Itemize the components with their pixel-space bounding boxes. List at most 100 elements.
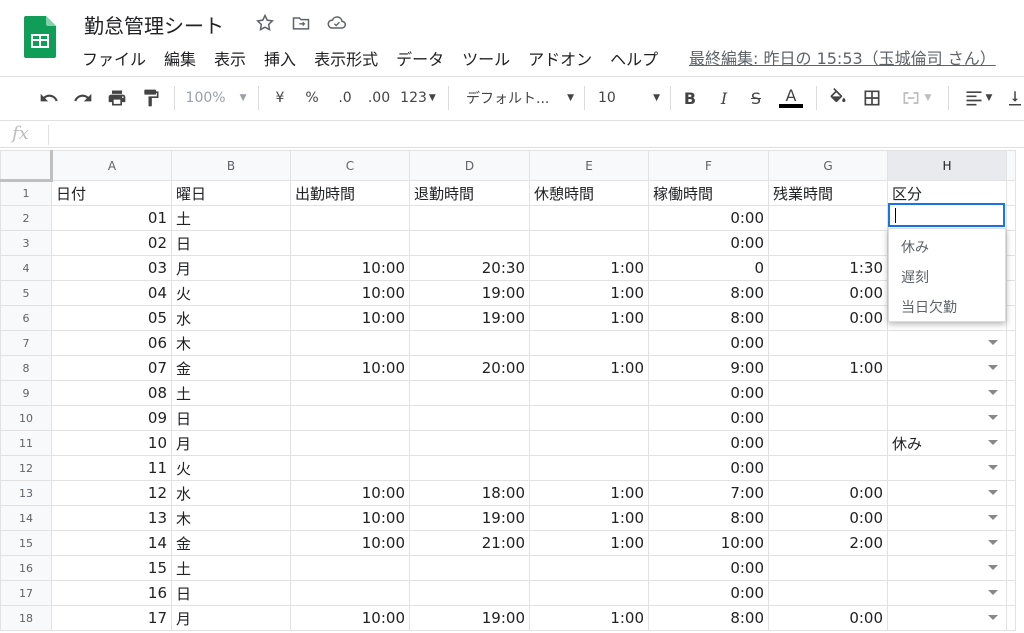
cell-date[interactable]: 06	[51, 330, 172, 356]
cell-work-time[interactable]: 8:00	[648, 305, 769, 331]
row-header[interactable]: 5	[0, 280, 52, 306]
column-header-a[interactable]: A	[51, 150, 172, 181]
cell-end-time[interactable]	[409, 580, 530, 606]
dropdown-caret-icon[interactable]	[988, 415, 998, 420]
cell-empty[interactable]	[1006, 430, 1016, 456]
cell-date[interactable]: 03	[51, 255, 172, 281]
cell-end-time[interactable]	[409, 330, 530, 356]
cell-weekday[interactable]: 火	[171, 455, 291, 481]
cell-end-time[interactable]	[409, 555, 530, 581]
cell-break-time[interactable]: 1:00	[529, 355, 649, 381]
cell-empty[interactable]	[1006, 555, 1016, 581]
cell-start-time[interactable]	[290, 380, 410, 406]
cell-f1[interactable]: 稼働時間	[648, 180, 769, 206]
undo-icon[interactable]	[36, 86, 62, 110]
cell-work-time[interactable]: 10:00	[648, 530, 769, 556]
cell-date[interactable]: 08	[51, 380, 172, 406]
cell-date[interactable]: 05	[51, 305, 172, 331]
cell-weekday[interactable]: 土	[171, 555, 291, 581]
cell-weekday[interactable]: 土	[171, 380, 291, 406]
cell-work-time[interactable]: 8:00	[648, 605, 769, 631]
cell-work-time[interactable]: 0:00	[648, 455, 769, 481]
cell-empty[interactable]	[1006, 505, 1016, 531]
cell-e1[interactable]: 休憩時間	[529, 180, 649, 206]
cell-break-time[interactable]: 1:00	[529, 305, 649, 331]
cell-end-time[interactable]	[409, 455, 530, 481]
menu-edit[interactable]: 編集	[164, 46, 196, 70]
cell-weekday[interactable]: 木	[171, 330, 291, 356]
cell-break-time[interactable]	[529, 555, 649, 581]
column-header-h[interactable]: H	[887, 150, 1007, 181]
cell-start-time[interactable]: 10:00	[290, 255, 410, 281]
row-header[interactable]: 16	[0, 555, 52, 581]
cell-start-time[interactable]	[290, 230, 410, 256]
cell-weekday[interactable]: 木	[171, 505, 291, 531]
cell-start-time[interactable]	[290, 555, 410, 581]
cell-empty[interactable]	[1006, 580, 1016, 606]
dropdown-caret-icon[interactable]	[988, 515, 998, 520]
cell-b1[interactable]: 曜日	[171, 180, 291, 206]
cell-end-time[interactable]: 20:30	[409, 255, 530, 281]
cell-work-time[interactable]: 0:00	[648, 380, 769, 406]
cell-overtime[interactable]	[768, 455, 888, 481]
cell-date[interactable]: 10	[51, 430, 172, 456]
cell-date[interactable]: 04	[51, 280, 172, 306]
cell-break-time[interactable]: 1:00	[529, 255, 649, 281]
cell-end-time[interactable]: 19:00	[409, 305, 530, 331]
dropdown-caret-icon[interactable]	[988, 590, 998, 595]
dropdown-option-tojitsu-kekkin[interactable]: 当日欠勤	[889, 293, 1005, 323]
row-header[interactable]: 3	[0, 230, 52, 256]
menu-help[interactable]: ヘルプ	[610, 46, 658, 70]
cell-break-time[interactable]	[529, 430, 649, 456]
cell-overtime[interactable]: 1:30	[768, 255, 888, 281]
cell-break-time[interactable]: 1:00	[529, 480, 649, 506]
cell-work-time[interactable]: 8:00	[648, 505, 769, 531]
cell-date[interactable]: 15	[51, 555, 172, 581]
cell-end-time[interactable]	[409, 380, 530, 406]
zoom-select[interactable]: 100% ▼	[186, 86, 247, 110]
cell-weekday[interactable]: 金	[171, 355, 291, 381]
more-formats-button[interactable]: 123 ▼	[398, 86, 438, 110]
cell-weekday[interactable]: 月	[171, 605, 291, 631]
decrease-decimal-button[interactable]: .0	[332, 86, 358, 110]
menu-format[interactable]: 表示形式	[314, 46, 378, 70]
dropdown-option-chikoku[interactable]: 遅刻	[889, 263, 1005, 293]
borders-icon[interactable]	[860, 86, 884, 110]
cell-weekday[interactable]: 日	[171, 230, 291, 256]
cell-date[interactable]: 07	[51, 355, 172, 381]
dropdown-caret-icon[interactable]	[988, 340, 998, 345]
menu-view[interactable]: 表示	[214, 46, 246, 70]
cell-work-time[interactable]: 7:00	[648, 480, 769, 506]
cell-category[interactable]	[887, 605, 1007, 631]
cell-work-time[interactable]: 9:00	[648, 355, 769, 381]
cell-category[interactable]	[887, 530, 1007, 556]
strikethrough-button[interactable]: S	[746, 86, 766, 110]
cell-weekday[interactable]: 金	[171, 530, 291, 556]
cell-end-time[interactable]: 19:00	[409, 605, 530, 631]
column-header-c[interactable]: C	[290, 150, 410, 181]
cell-date[interactable]: 17	[51, 605, 172, 631]
row-header[interactable]: 9	[0, 380, 52, 406]
cell-break-time[interactable]	[529, 205, 649, 231]
text-color-button[interactable]: A	[778, 86, 804, 110]
cell-start-time[interactable]: 10:00	[290, 305, 410, 331]
menu-tools[interactable]: ツール	[462, 46, 510, 70]
cell-end-time[interactable]	[409, 230, 530, 256]
cell-start-time[interactable]: 10:00	[290, 280, 410, 306]
column-header-e[interactable]: E	[529, 150, 649, 181]
column-header-d[interactable]: D	[409, 150, 530, 181]
cell-empty[interactable]	[1006, 380, 1016, 406]
cell-work-time[interactable]: 0:00	[648, 205, 769, 231]
sheets-logo-icon[interactable]	[24, 16, 56, 58]
cell-weekday[interactable]: 日	[171, 580, 291, 606]
row-header[interactable]: 4	[0, 255, 52, 281]
column-header-g[interactable]: G	[768, 150, 888, 181]
dropdown-caret-icon[interactable]	[988, 565, 998, 570]
cell-overtime[interactable]	[768, 430, 888, 456]
cell-end-time[interactable]	[409, 405, 530, 431]
percent-format-button[interactable]: %	[302, 86, 322, 110]
cell-weekday[interactable]: 日	[171, 405, 291, 431]
row-header[interactable]: 13	[0, 480, 52, 506]
cell-work-time[interactable]: 0	[648, 255, 769, 281]
bold-button[interactable]: B	[680, 86, 700, 110]
